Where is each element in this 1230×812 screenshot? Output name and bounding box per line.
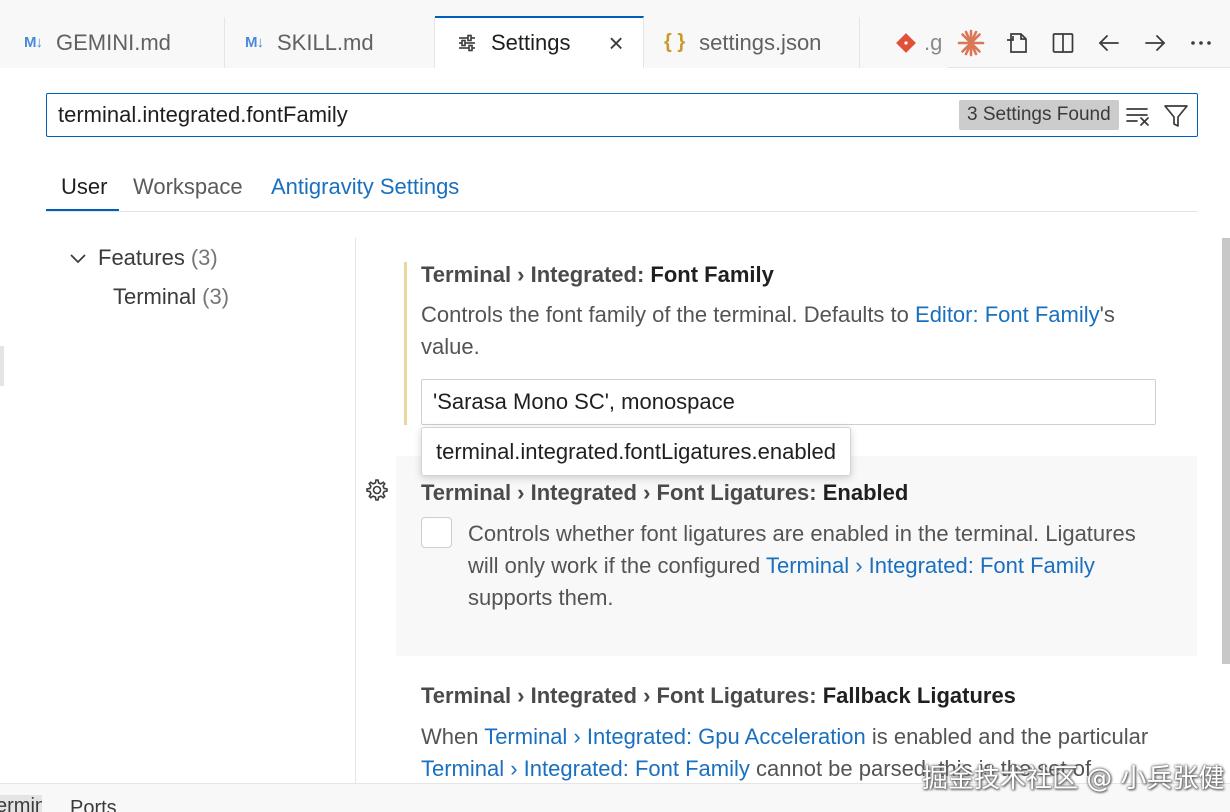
setting-description: Controls whether font ligatures are enab…	[468, 521, 1136, 610]
setting-link-font-family[interactable]: Terminal › Integrated: Font Family	[766, 553, 1095, 578]
setting-id-tooltip: terminal.integrated.fontLigatures.enable…	[421, 427, 851, 476]
tab-label: Settings	[491, 30, 571, 55]
setting-link-editor-font-family[interactable]: Editor: Font Family	[915, 302, 1100, 327]
tab-git[interactable]: .g	[860, 17, 948, 68]
tab-skill-md[interactable]: M↓ SKILL.md	[225, 17, 435, 68]
tab-label: .g	[924, 29, 943, 55]
toc-label: Features	[98, 245, 185, 270]
settings-scrollbar[interactable]	[1222, 238, 1230, 664]
modified-indicator	[404, 262, 407, 425]
panel-tab-terminal[interactable]: Terminal	[0, 795, 42, 812]
scope-divider	[46, 211, 1198, 212]
setting-description: Controls the font family of the terminal…	[421, 302, 1115, 359]
setting-title-font-family: Terminal › Integrated: Font Family	[421, 262, 774, 287]
watermark: 掘金技术社区 @ 小兵张健	[922, 764, 1225, 794]
tab-settings[interactable]: Settings ×	[435, 16, 644, 68]
panel-tab-ports[interactable]: Ports	[70, 797, 117, 812]
clear-filter-icon[interactable]	[1122, 100, 1154, 132]
editor-actions	[948, 17, 1224, 68]
settings-search-input[interactable]	[47, 94, 947, 136]
toc-divider	[355, 238, 356, 783]
markdown-icon: M↓	[245, 34, 264, 51]
settings-sliders-icon	[457, 33, 477, 53]
toc-item-features[interactable]: Features (3)	[68, 243, 218, 273]
scope-tab-antigravity[interactable]: Antigravity Settings	[271, 162, 459, 212]
json-braces-icon: { }	[664, 31, 686, 53]
open-file-icon[interactable]	[994, 20, 1040, 66]
setting-link-gpu-acceleration[interactable]: Terminal › Integrated: Gpu Acceleration	[484, 724, 866, 749]
toc-item-terminal[interactable]: Terminal (3)	[113, 282, 229, 312]
close-icon[interactable]: ×	[609, 30, 624, 56]
split-editor-icon[interactable]	[1040, 20, 1086, 66]
active-scope-indicator	[46, 209, 119, 211]
tab-label: settings.json	[699, 29, 822, 55]
gear-icon[interactable]	[364, 477, 390, 503]
toc-label: Terminal	[113, 284, 197, 309]
arrow-right-icon[interactable]	[1132, 20, 1178, 66]
settings-count-badge: 3 Settings Found	[959, 100, 1119, 130]
arrow-left-icon[interactable]	[1086, 20, 1132, 66]
tab-label: GEMINI.md	[56, 29, 171, 55]
scope-tab-user[interactable]: User	[61, 162, 107, 212]
editor-edge-marker	[0, 346, 4, 386]
tab-gemini-md[interactable]: M↓ GEMINI.md	[0, 17, 225, 68]
git-icon	[896, 32, 916, 53]
filter-icon[interactable]	[1160, 100, 1192, 132]
setting-link-font-family[interactable]: Terminal › Integrated: Font Family	[421, 756, 750, 781]
scope-tab-workspace[interactable]: Workspace	[133, 162, 243, 212]
setting-title-fallback-ligatures: Terminal › Integrated › Font Ligatures: …	[421, 683, 1016, 708]
editor-tab-bar: M↓ GEMINI.md M↓ SKILL.md Settings × { } …	[0, 0, 1230, 68]
tab-label: SKILL.md	[277, 29, 374, 55]
setting-title-font-ligatures-enabled: Terminal › Integrated › Font Ligatures: …	[421, 480, 909, 505]
chevron-down-icon	[68, 248, 88, 268]
toc-count: (3)	[202, 284, 230, 309]
font-family-input[interactable]	[421, 379, 1156, 425]
markdown-icon: M↓	[24, 34, 43, 51]
font-ligatures-checkbox[interactable]	[421, 517, 452, 548]
tab-settings-json[interactable]: { } settings.json	[644, 17, 860, 68]
settings-search: 3 Settings Found	[46, 93, 1198, 137]
toc-count: (3)	[190, 245, 218, 270]
claude-spark-icon[interactable]	[948, 20, 994, 66]
more-actions-icon[interactable]	[1178, 20, 1224, 66]
